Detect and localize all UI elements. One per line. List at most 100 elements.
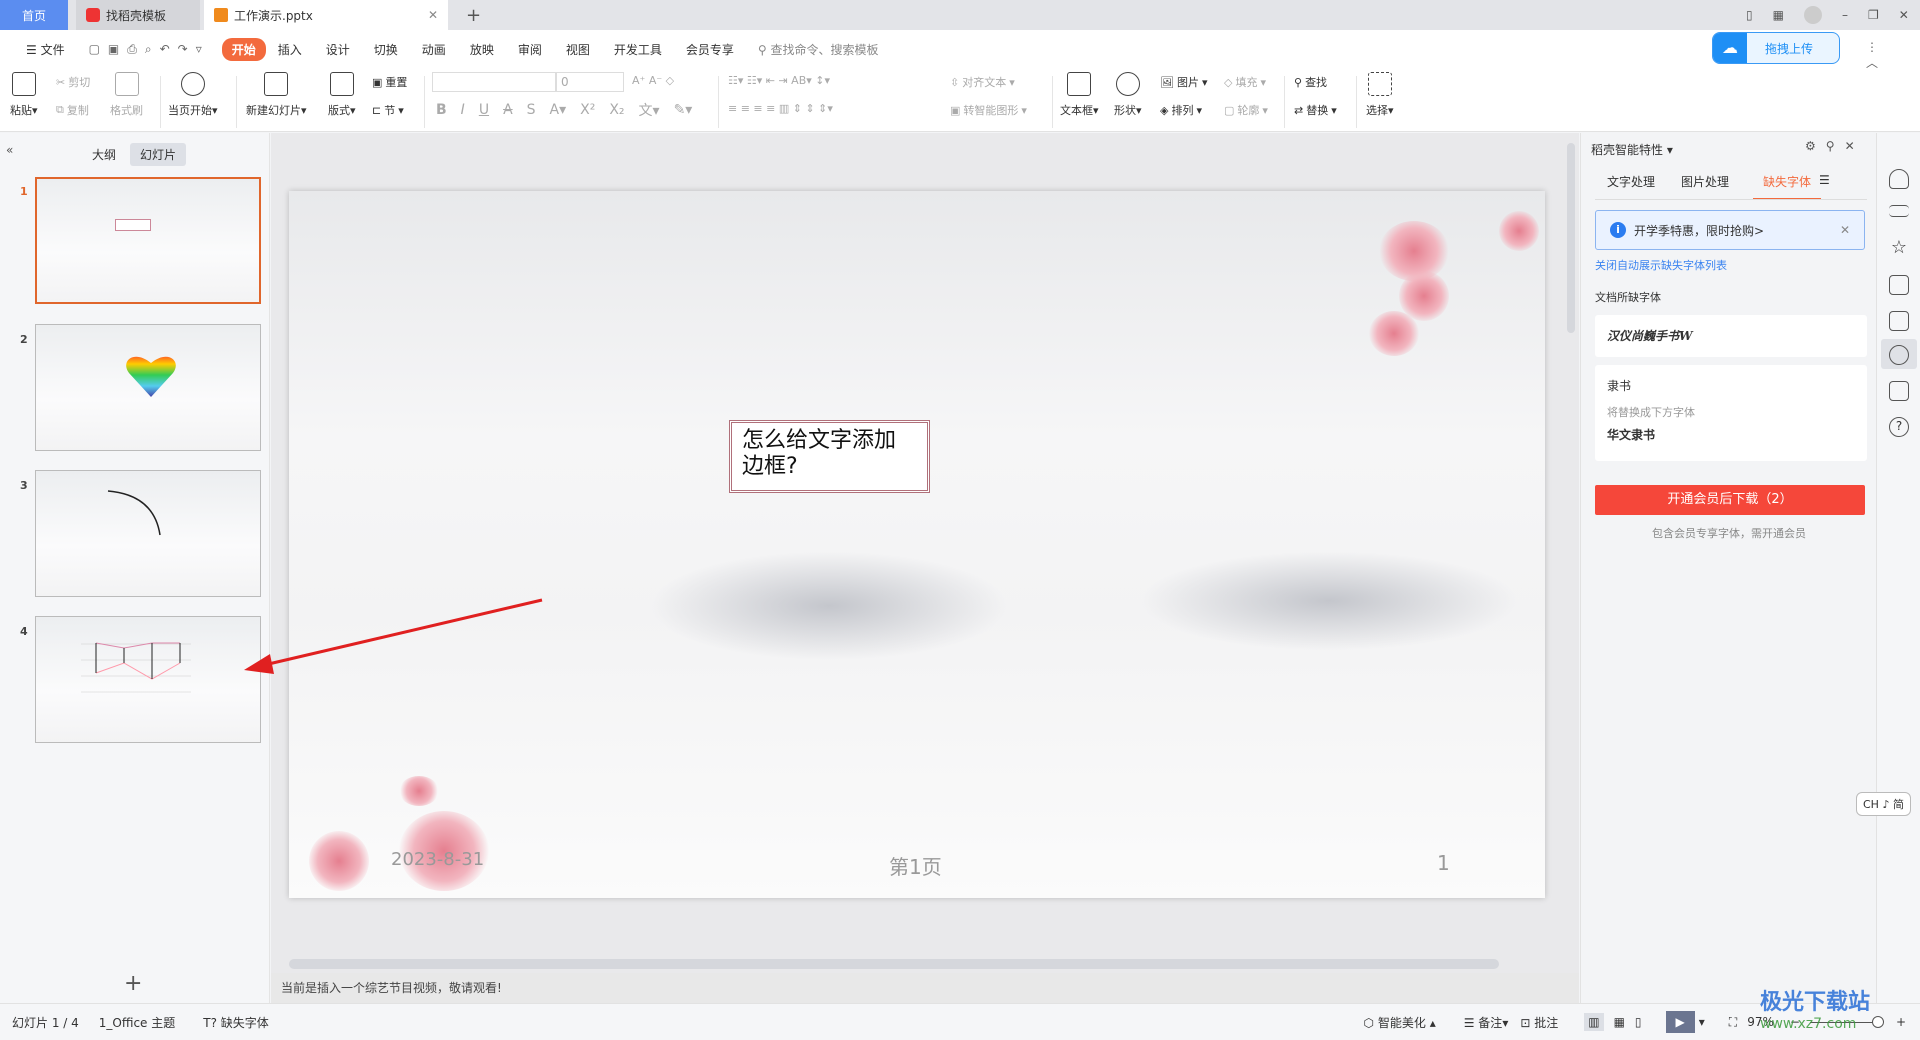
missing-font-card-2[interactable]: 隶书 将替换成下方字体 华文隶书 [1595,365,1867,461]
panel-menu-icon[interactable]: ☰ [1819,173,1830,187]
new-slide-button[interactable]: 新建幻灯片▾ [246,72,307,118]
tab-design[interactable]: 设计 [314,41,362,58]
book-search-icon[interactable] [1889,381,1909,401]
smartart-button[interactable]: ▣ 转智能图形 ▾ [950,102,1027,118]
pin-icon[interactable]: ⚲ [1826,139,1845,153]
section-button[interactable]: ⊏ 节 ▾ [372,102,404,118]
file-menu[interactable]: ☰ 文件 [14,41,77,58]
minimize-icon[interactable]: – [1842,8,1848,22]
tab-outline[interactable]: 大纲 [92,146,116,163]
fill-button[interactable]: ◇ 填充 ▾ [1224,74,1266,90]
theme-name[interactable]: 1_Office 主题 [99,1014,175,1031]
tab-text-processing[interactable]: 文字处理 [1607,173,1655,190]
command-search[interactable]: ⚲ 查找命令、搜索模板 [746,41,891,58]
tab-document[interactable]: 工作演示.pptx ✕ [204,0,448,30]
close-panel-icon[interactable]: ✕ [1845,139,1865,153]
slides-icon[interactable] [1889,275,1909,295]
tab-docer-templates[interactable]: 找稻壳模板 [76,0,200,30]
play-from-current-button[interactable]: 当页开始▾ [168,72,218,118]
slide-thumbnail-1[interactable] [35,177,261,304]
vertical-scrollbar[interactable] [1567,143,1575,333]
select-button[interactable]: 选择▾ [1366,72,1394,118]
outline-button[interactable]: ▢ 轮廓 ▾ [1224,102,1268,118]
zoom-slider-thumb[interactable] [1871,1015,1884,1028]
tab-insert[interactable]: 插入 [266,41,314,58]
sliders-icon[interactable] [1889,205,1909,217]
tab-home[interactable]: 首页 [0,0,68,30]
smart-feature-icon[interactable] [1889,345,1909,365]
tab-view[interactable]: 视图 [554,41,602,58]
normal-view-icon[interactable]: ▥ [1584,1013,1604,1031]
tab-developer[interactable]: 开发工具 [602,41,674,58]
tab-slideshow[interactable]: 放映 [458,41,506,58]
reset-button[interactable]: ▣ 重置 [372,74,407,90]
tab-member[interactable]: 会员专享 [674,41,746,58]
missing-font-status[interactable]: T? 缺失字体 [203,1014,269,1031]
speaker-notes[interactable]: 当前是插入一个综艺节目视频，敬请观看! [271,973,1579,1003]
list-buttons[interactable]: ☷▾ ☷▾ ⇤ ⇥ AB▾ ↕▾ [728,74,830,87]
help-icon[interactable]: ? [1889,417,1909,437]
picture-button[interactable]: 🖼 图片 ▾ [1160,74,1208,90]
font-style-buttons[interactable]: B I U A S A▾ X² X₂ 文▾ ✎▾ [436,100,692,120]
smart-beautify-button[interactable]: ⬡ 智能美化 ▴ [1364,1014,1436,1031]
download-fonts-button[interactable]: 开通会员后下载（2） [1595,485,1865,515]
slide-date[interactable]: 2023-8-31 [391,849,484,870]
tab-slides[interactable]: 幻灯片 [130,143,187,166]
tab-transition[interactable]: 切换 [362,41,410,58]
horizontal-scrollbar[interactable] [289,959,1499,969]
copy-button[interactable]: ⧉ 复制 [56,102,89,118]
star-icon[interactable]: ☆ [1889,239,1909,259]
slide-thumbnail-4[interactable] [35,616,261,743]
add-slide-button[interactable]: + [124,971,142,996]
panel-title[interactable]: 稻壳智能特性 ▾ [1591,141,1673,158]
tab-review[interactable]: 审阅 [506,41,554,58]
quick-access-toolbar[interactable]: ▢▣⎙⌕↶↷▿ [77,42,222,57]
comment-button[interactable]: ⊡ 批注 [1520,1014,1558,1031]
promo-banner[interactable]: i 开学季特惠，限时抢购> ✕ [1595,210,1865,250]
ime-indicator[interactable]: CH ♪ 简 [1856,792,1911,816]
slide-footer[interactable]: 第1页 [889,851,942,880]
slide-thumbnail-2[interactable] [35,324,261,451]
tab-missing-fonts[interactable]: 缺失字体 [1753,173,1822,200]
slide-page-number[interactable]: 1 [1437,851,1450,875]
paragraph-align-buttons[interactable]: ≡ ≡ ≡ ≡ ▥ ⇕ ⇕ ⇕▾ [728,102,833,115]
find-button[interactable]: ⚲ 查找 [1294,74,1327,90]
image-tool-icon[interactable] [1889,311,1909,331]
font-family-select[interactable] [432,72,556,92]
collapse-panel-icon[interactable]: « [6,143,13,157]
replace-button[interactable]: ⇄ 替换 ▾ [1294,102,1337,118]
close-tab-icon[interactable]: ✕ [428,8,438,22]
close-banner-icon[interactable]: ✕ [1840,223,1850,237]
font-size-select[interactable]: 0 [556,72,624,92]
tab-animation[interactable]: 动画 [410,41,458,58]
close-auto-show-link[interactable]: 关闭自动展示缺失字体列表 [1595,257,1727,273]
fit-window-icon[interactable]: ⛶ [1729,1015,1737,1030]
layout-icon[interactable]: ▯ [1746,8,1753,22]
reading-view-icon[interactable]: ▯ [1635,1015,1642,1029]
restore-icon[interactable]: ❐ [1868,8,1879,22]
align-text-button[interactable]: ⇳ 对齐文本 ▾ [950,74,1015,90]
zoom-in-button[interactable]: + [1896,1015,1906,1029]
paste-button[interactable]: 粘贴▾ [10,72,38,118]
close-window-icon[interactable]: ✕ [1899,8,1909,22]
more-icon[interactable]: ⋮︿ [1866,40,1920,71]
notes-button[interactable]: ☰ 备注▾ [1464,1014,1509,1031]
slide-canvas[interactable]: 怎么给文字添加边框? 2023-8-31 第1页 1 [289,191,1545,898]
font-size-controls[interactable]: A⁺ A⁻ ◇ [632,74,674,87]
cut-button[interactable]: ✂ 剪切 [56,74,90,90]
tab-image-processing[interactable]: 图片处理 [1681,173,1729,190]
arrange-button[interactable]: ◈ 排列 ▾ [1160,102,1202,118]
rocket-icon[interactable] [1889,169,1909,189]
textbox-button[interactable]: 文本框▾ [1060,72,1099,118]
upload-button[interactable]: ☁ 拖拽上传 [1712,32,1840,64]
sorter-view-icon[interactable]: ▦ [1614,1015,1625,1029]
missing-font-card-1[interactable]: 汉仪尚巍手书W [1595,315,1867,357]
settings-icon[interactable]: ⚙ [1805,139,1826,153]
slide-title-textbox[interactable]: 怎么给文字添加边框? [729,420,930,493]
shape-button[interactable]: 形状▾ [1114,72,1142,118]
tab-home-ribbon[interactable]: 开始 [221,37,266,61]
format-painter-button[interactable]: 格式刷 [110,72,143,118]
avatar[interactable] [1803,6,1822,24]
slide-thumbnail-3[interactable] [35,470,261,597]
new-tab-button[interactable]: + [456,0,491,30]
